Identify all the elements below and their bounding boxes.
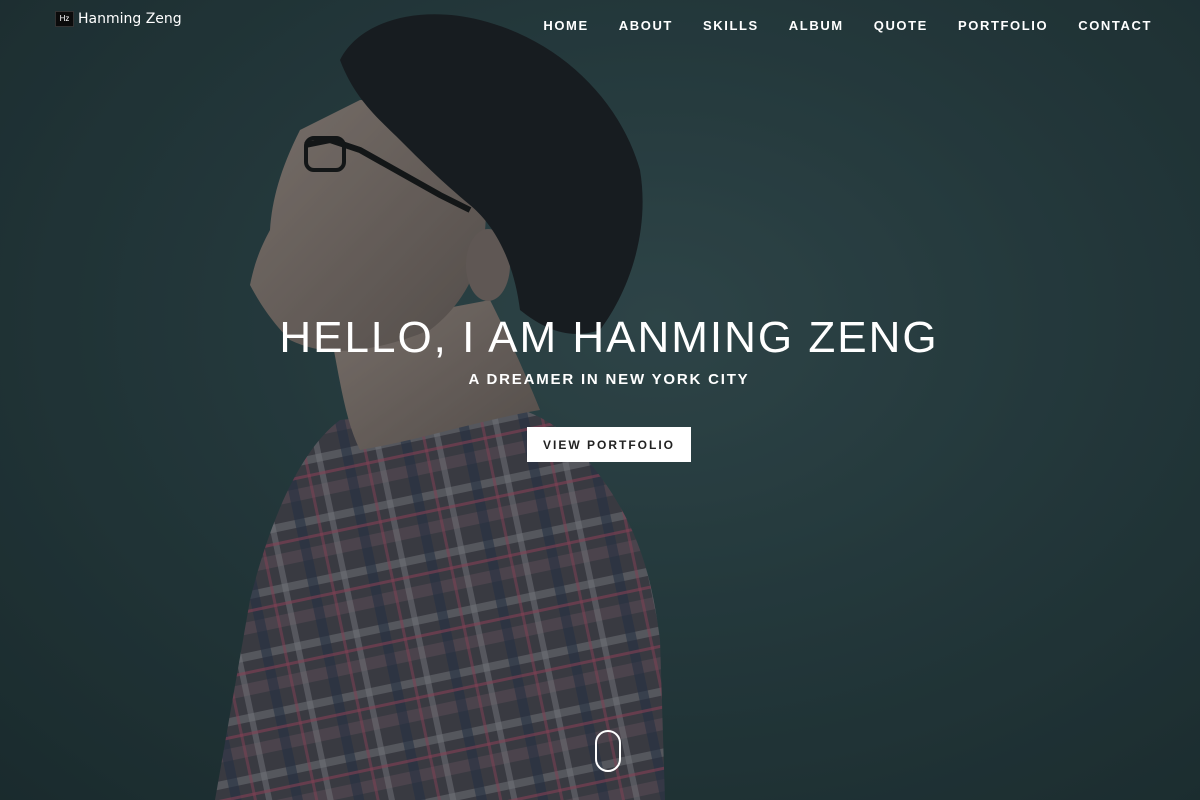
nav-item-album[interactable]: ALBUM <box>774 18 859 34</box>
dark-overlay <box>0 0 1200 800</box>
mouse-scroll-icon[interactable] <box>595 730 621 772</box>
view-portfolio-button[interactable]: VIEW PORTFOLIO <box>527 427 691 462</box>
nav-item-home[interactable]: HOME <box>528 18 603 34</box>
nav-item-contact[interactable]: CONTACT <box>1063 18 1152 34</box>
brand-name: Hanming Zeng <box>78 11 182 27</box>
brand-logo-link[interactable]: Hz Hanming Zeng <box>55 11 182 27</box>
nav-item-about[interactable]: ABOUT <box>604 18 688 34</box>
hero-headline: HELLO, I AM HANMING ZENG <box>279 313 939 362</box>
nav-item-portfolio[interactable]: PORTFOLIO <box>943 18 1063 34</box>
brand-logo-icon: Hz <box>55 11 74 27</box>
main-nav: HOME ABOUT SKILLS ALBUM QUOTE PORTFOLIO … <box>528 18 1152 34</box>
nav-item-quote[interactable]: QUOTE <box>859 18 943 34</box>
hero-subheading: A DREAMER IN NEW YORK CITY <box>468 371 750 388</box>
nav-item-skills[interactable]: SKILLS <box>688 18 774 34</box>
hero-section: Hz Hanming Zeng HOME ABOUT SKILLS ALBUM … <box>0 0 1200 800</box>
